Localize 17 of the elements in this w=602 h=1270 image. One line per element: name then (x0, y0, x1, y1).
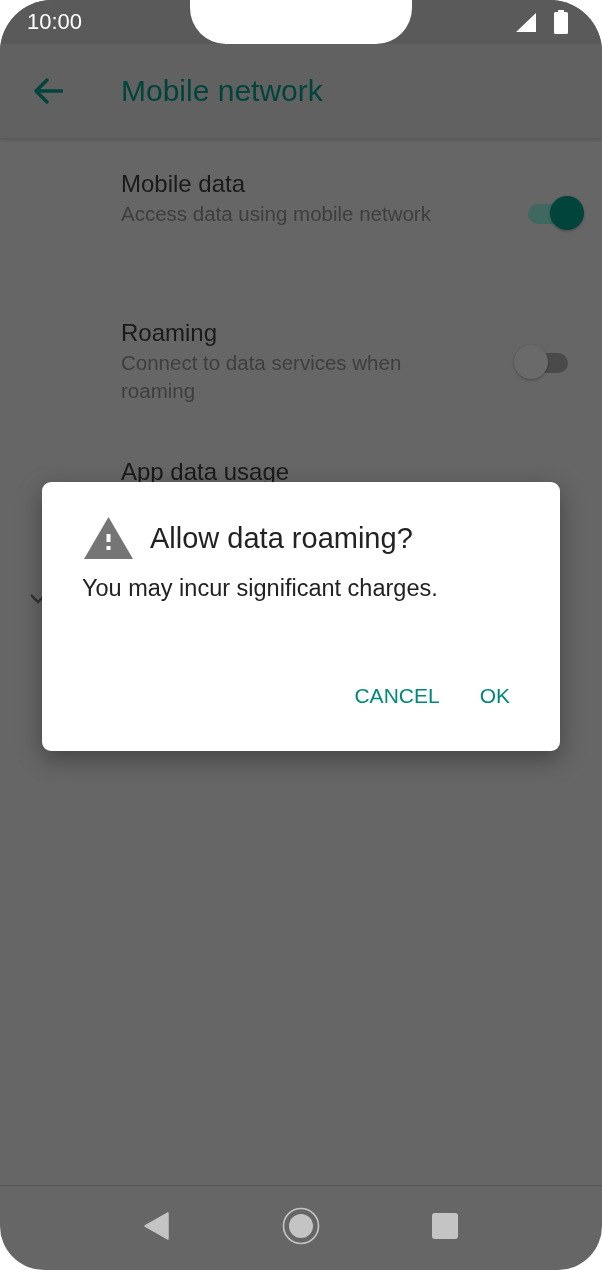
dialog-title: Allow data roaming? (150, 521, 413, 555)
screen-title: Mobile network (121, 74, 323, 108)
setting-title: Mobile data (121, 169, 247, 199)
dialog-message: You may incur significant charges. (82, 575, 439, 602)
dialog-button[interactable]: OK (469, 676, 520, 716)
recents-icon[interactable] (432, 1213, 458, 1239)
clock-time: 10:00 (27, 9, 83, 35)
signal-icon (516, 12, 536, 32)
dialog-button[interactable]: CANCEL (344, 676, 450, 716)
setting-title: Roaming (121, 318, 219, 348)
home-icon[interactable] (282, 1207, 320, 1245)
warning-icon (84, 517, 133, 559)
back-arrow-icon[interactable] (33, 78, 63, 104)
back-icon[interactable] (144, 1212, 170, 1240)
toggle-switch[interactable] (528, 196, 584, 232)
battery-icon (554, 10, 568, 34)
toggle-switch[interactable] (514, 345, 570, 381)
